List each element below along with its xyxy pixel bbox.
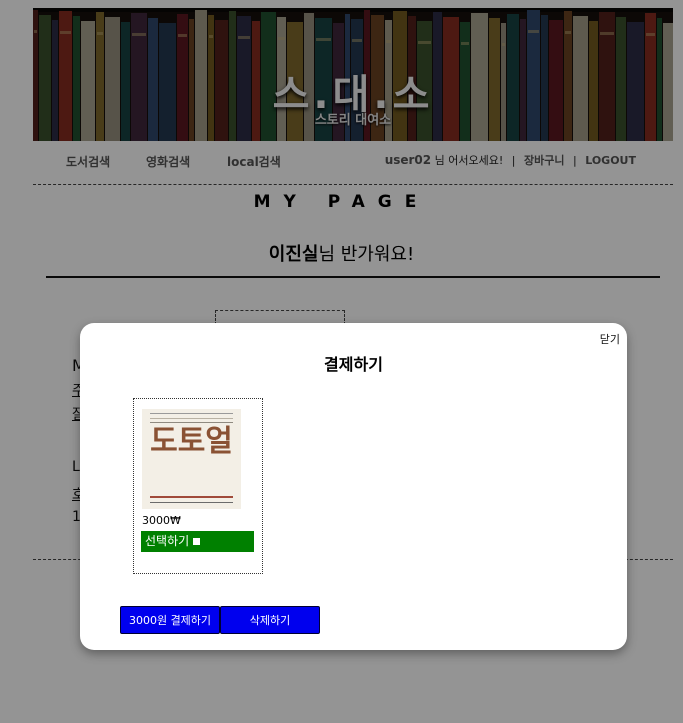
item-price: 3000₩ <box>142 514 181 527</box>
payment-modal: 닫기 결제하기 도토얼 3000₩ 선택하기 3000원 결제하기 삭제하기 <box>80 323 627 650</box>
delete-button[interactable]: 삭제하기 <box>220 606 320 634</box>
close-button[interactable]: 닫기 <box>600 331 620 347</box>
cart-item-card: 도토얼 3000₩ 선택하기 <box>133 398 263 574</box>
movie-poster: 도토얼 <box>142 409 241 509</box>
modal-title: 결제하기 <box>324 355 383 374</box>
select-checkbox[interactable]: 선택하기 <box>141 531 254 552</box>
select-label: 선택하기 <box>145 534 190 548</box>
checkbox-icon[interactable] <box>193 538 201 545</box>
poster-title: 도토얼 <box>150 424 233 459</box>
pay-button[interactable]: 3000원 결제하기 <box>120 606 220 634</box>
